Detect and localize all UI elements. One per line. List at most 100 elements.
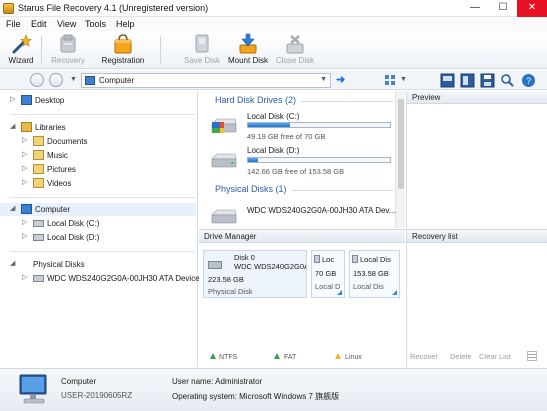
clear-list-button[interactable]: Clear List (479, 352, 511, 361)
expand-icon[interactable]: ▷ (22, 164, 27, 172)
maximize-button[interactable]: ☐ (489, 0, 517, 17)
help-icon[interactable]: ? (521, 73, 536, 88)
physical-disk-name[interactable]: WDC WDS240G2G0A-00JH30 ATA Dev... (247, 206, 396, 215)
expand-icon[interactable]: ▷ (22, 178, 27, 186)
save-icon[interactable] (480, 73, 495, 88)
address-text: Computer (99, 76, 135, 85)
recovery-button[interactable]: Recovery (48, 33, 88, 67)
registration-button[interactable]: Registration (98, 33, 148, 67)
go-arrow-icon[interactable]: ➜ (336, 73, 345, 86)
disk-list-panel: Hard Disk Drives (2) Local Disk (C:) 49.… (199, 91, 405, 228)
disk-icon (208, 261, 222, 269)
expand-icon[interactable]: ▷ (22, 218, 27, 226)
save-disk-icon (195, 34, 209, 53)
search-icon[interactable] (500, 73, 515, 88)
physical-section-header[interactable]: Physical Disks (1) (215, 184, 287, 194)
videos-icon (33, 178, 44, 188)
drive-icon (352, 255, 358, 263)
libraries-icon (21, 122, 32, 132)
status-host: USER-20190605RZ (61, 391, 133, 400)
tree-label: Desktop (35, 96, 65, 105)
menu-help[interactable]: Help (116, 19, 135, 29)
disk-c-free: 49.19 GB free of 70 GB (247, 132, 326, 141)
disk0-card[interactable]: Disk 0 WDC WDS240G2G0A- 223.58 GB Physic… (203, 250, 307, 298)
menu-view[interactable]: View (57, 19, 76, 29)
disk-c-name[interactable]: Local Disk (C:) (247, 112, 299, 121)
partition-c-card[interactable]: Loc 70 GB Local D (311, 250, 345, 298)
save-disk-button[interactable]: Save Disk (183, 33, 221, 67)
collapse-icon[interactable]: ◢ (10, 122, 15, 130)
window-title: Starus File Recovery 4.1 (Unregistered v… (18, 3, 209, 13)
disk-list-scrollbar[interactable] (395, 91, 405, 228)
tree-item-computer[interactable]: ◢ Computer (0, 203, 196, 216)
menu-tools[interactable]: Tools (85, 19, 106, 29)
legend-fat: FAT (284, 354, 297, 361)
address-row: ▼ Computer ▼ ➜ ▼ ? (0, 70, 547, 90)
drive-icon (33, 275, 44, 282)
wizard-label: Wizard (8, 56, 34, 65)
list-options-icon[interactable] (527, 351, 537, 361)
scrollbar-thumb[interactable] (398, 99, 404, 189)
tree-item-pictures[interactable]: ▷ Pictures (0, 163, 196, 176)
forward-button[interactable] (49, 73, 63, 87)
view-dropdown-icon[interactable]: ▼ (400, 76, 407, 83)
tree-divider (10, 197, 195, 198)
collapse-icon[interactable]: ◢ (10, 204, 15, 212)
address-dropdown-icon[interactable]: ▼ (320, 76, 327, 83)
disk-d-name[interactable]: Local Disk (D:) (247, 146, 299, 155)
tree-divider (10, 251, 195, 252)
linux-legend-icon (335, 353, 341, 359)
expand-icon[interactable]: ▷ (10, 95, 15, 103)
expand-icon[interactable]: ▷ (22, 232, 27, 240)
disk0-type: Physical Disk (208, 287, 253, 296)
collapse-icon[interactable]: ◢ (10, 259, 15, 267)
partition-c-name: Loc (322, 255, 335, 264)
tree-item-documents[interactable]: ▷ Documents (0, 135, 196, 148)
menu-edit[interactable]: Edit (31, 19, 47, 29)
expand-icon[interactable]: ▷ (22, 136, 27, 144)
mount-disk-button[interactable]: Mount Disk (226, 33, 270, 67)
documents-icon (33, 136, 44, 146)
back-button[interactable] (30, 73, 44, 87)
expand-icon[interactable]: ▷ (22, 273, 27, 281)
view-mode-icon[interactable] (383, 73, 398, 88)
drive-manager-header: Drive Manager (199, 230, 405, 243)
tree-item-physical-disks[interactable]: ◢ Physical Disks (0, 258, 196, 271)
partition-c-size: 70 GB (315, 269, 337, 278)
partition-d-size: 153.58 GB (353, 269, 389, 278)
status-user: User name: Administrator (172, 377, 263, 386)
delete-button[interactable]: Delete (450, 352, 472, 361)
disk0-model: WDC WDS240G2G0A- (234, 262, 306, 271)
tree-item-videos[interactable]: ▷ Videos (0, 177, 196, 190)
expand-icon[interactable]: ▷ (22, 150, 27, 158)
recovery-icon (60, 34, 76, 53)
preview-pane-icon[interactable] (460, 73, 475, 88)
computer-icon (21, 204, 32, 214)
recover-button[interactable]: Recover (410, 352, 438, 361)
close-disk-button[interactable]: Close Disk (275, 33, 315, 67)
tree-item-desktop[interactable]: ▷ Desktop (0, 94, 196, 107)
partition-corner-icon (392, 290, 397, 295)
tree-item-music[interactable]: ▷ Music (0, 149, 196, 162)
tree-item-local-c[interactable]: ▷ Local Disk (C:) (0, 217, 196, 230)
address-bar[interactable]: Computer ▼ (81, 73, 331, 88)
disk0-label: Disk 0 (234, 253, 255, 262)
status-bar: Computer USER-20190605RZ User name: Admi… (0, 368, 547, 411)
status-computer-name: Computer (61, 377, 97, 386)
tree-item-local-d[interactable]: ▷ Local Disk (D:) (0, 231, 196, 244)
drive-icon (314, 255, 320, 263)
close-button[interactable]: ✕ (517, 0, 547, 17)
disk-d-usage-fill (248, 158, 259, 162)
partition-d-card[interactable]: Local Dis 153.58 GB Local Dis (349, 250, 400, 298)
minimize-button[interactable]: — (461, 0, 489, 17)
tree-item-physical-disk[interactable]: ▷ WDC WDS240G2G0A-00JH30 ATA Device (0, 272, 200, 285)
computer-icon (85, 76, 95, 85)
desktop-icon (21, 95, 32, 105)
panel-layout-icon[interactable] (440, 73, 455, 88)
hdd-section-header[interactable]: Hard Disk Drives (2) (215, 95, 296, 105)
menu-file[interactable]: File (6, 19, 21, 29)
tree-item-libraries[interactable]: ◢ Libraries (0, 121, 196, 134)
history-dropdown-icon[interactable]: ▼ (70, 76, 77, 83)
wizard-button[interactable]: Wizard (6, 33, 36, 67)
tree-label: Documents (47, 137, 88, 146)
